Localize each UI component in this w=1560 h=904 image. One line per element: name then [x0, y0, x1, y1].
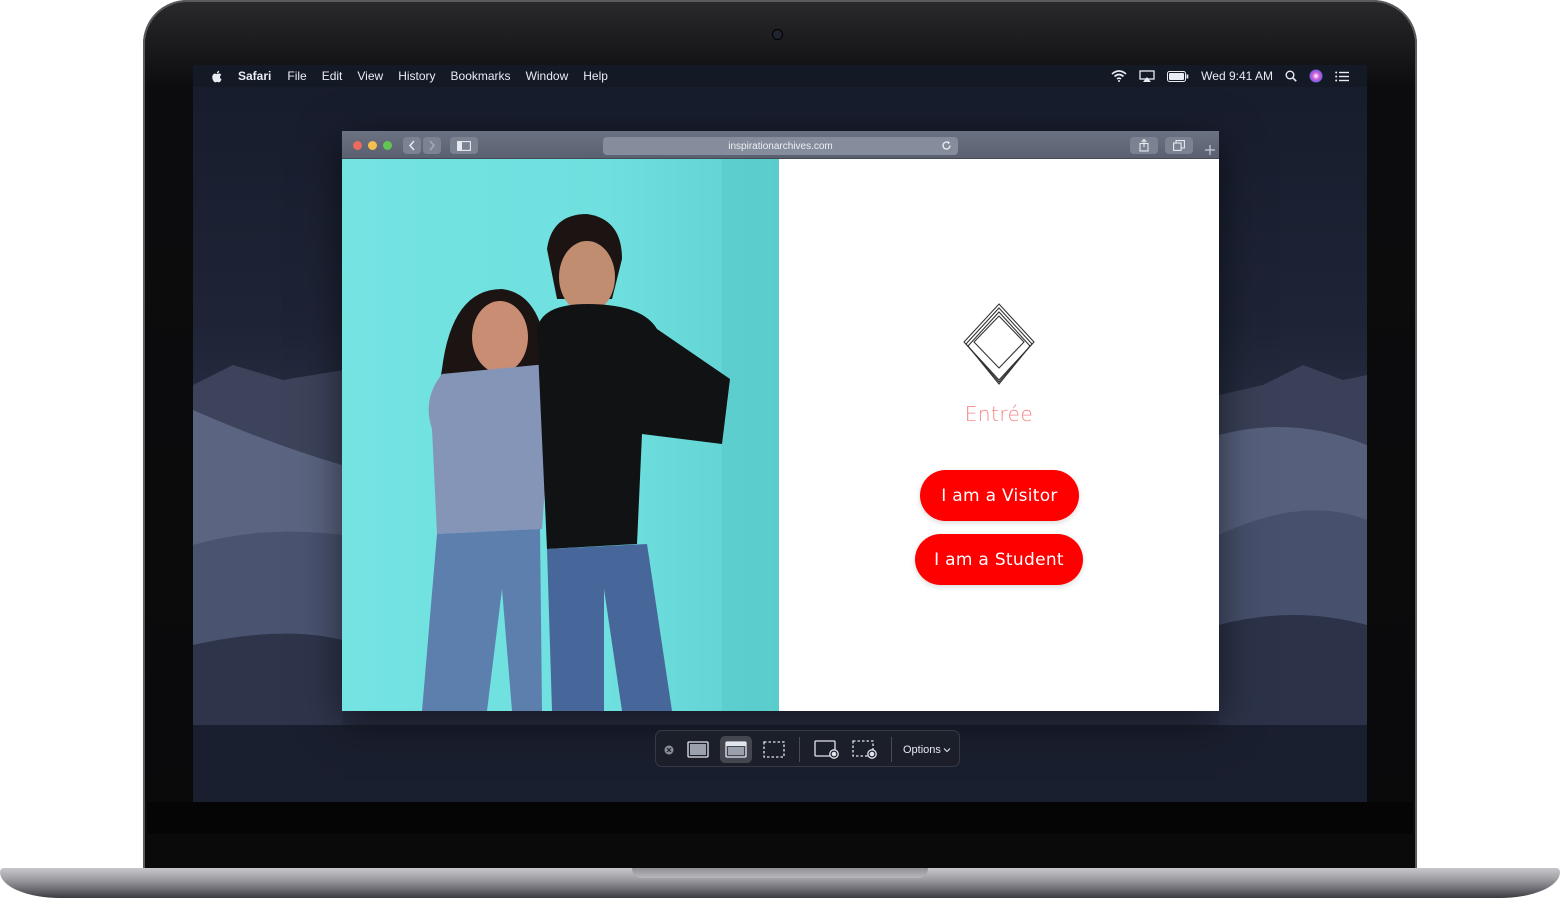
close-icon: [664, 745, 674, 754]
battery-icon[interactable]: [1167, 70, 1189, 82]
window-zoom-button[interactable]: [383, 141, 392, 150]
page-title: Entrée: [964, 402, 1034, 426]
wifi-icon[interactable]: [1111, 70, 1127, 82]
desktop-screen: Safari File Edit View History Bookmarks …: [193, 65, 1367, 802]
safari-window: inspirationarchives.com Entrée I am a Vi…: [342, 131, 1219, 711]
visitor-button[interactable]: I am a Visitor: [920, 470, 1079, 521]
window-minimize-button[interactable]: [368, 141, 377, 150]
chevron-down-icon: [943, 747, 951, 752]
entry-panel: Entrée I am a Visitor I am a Student: [779, 159, 1219, 711]
chevron-right-icon: [429, 140, 436, 151]
share-icon: [1139, 139, 1149, 152]
capture-entire-screen-icon: [687, 741, 709, 758]
menu-file[interactable]: File: [287, 69, 306, 83]
tabs-icon: [1173, 140, 1185, 151]
tabs-overview-button[interactable]: [1165, 137, 1193, 154]
capture-window-icon: [725, 741, 747, 758]
notification-center-icon[interactable]: [1335, 71, 1349, 82]
window-close-button[interactable]: [353, 141, 362, 150]
back-button[interactable]: [403, 137, 421, 154]
capture-entire-screen-button[interactable]: [682, 736, 714, 763]
forward-button[interactable]: [423, 137, 441, 154]
new-tab-button[interactable]: [1201, 141, 1219, 159]
record-screen-icon: [814, 740, 839, 759]
plus-icon: [1205, 145, 1215, 155]
search-icon[interactable]: [1285, 70, 1297, 82]
share-button[interactable]: [1130, 137, 1158, 154]
browser-toolbar: inspirationarchives.com: [342, 131, 1219, 159]
laptop-hinge-notch: [632, 868, 928, 878]
menu-app-name[interactable]: Safari: [238, 69, 271, 83]
menu-help[interactable]: Help: [583, 69, 608, 83]
record-selection-icon: [852, 740, 877, 759]
menu-edit[interactable]: Edit: [322, 69, 343, 83]
siri-icon[interactable]: [1309, 69, 1323, 83]
capture-window-button[interactable]: [720, 736, 752, 763]
laptop-bezel: [147, 802, 1413, 834]
menu-bar: Safari File Edit View History Bookmarks …: [193, 65, 1367, 87]
apple-icon[interactable]: [211, 70, 222, 83]
screenshot-close-button[interactable]: [658, 736, 680, 763]
web-page: Entrée I am a Visitor I am a Student: [342, 159, 1219, 711]
address-bar[interactable]: inspirationarchives.com: [603, 137, 958, 155]
toolbar-separator: [799, 737, 800, 762]
airplay-icon[interactable]: [1139, 69, 1155, 83]
hero-photo-people: [422, 159, 779, 711]
toolbar-separator: [891, 737, 892, 762]
record-screen-button[interactable]: [811, 736, 843, 763]
camera-icon: [773, 30, 782, 39]
address-url: inspirationarchives.com: [728, 140, 833, 152]
screenshot-toolbar: Options: [655, 730, 960, 767]
capture-selection-button[interactable]: [758, 736, 790, 763]
menu-window[interactable]: Window: [526, 69, 569, 83]
sidebar-button[interactable]: [450, 137, 478, 154]
hero-photo: [342, 159, 779, 711]
options-menu-button[interactable]: Options: [903, 731, 951, 768]
capture-selection-icon: [763, 741, 785, 758]
menu-bookmarks[interactable]: Bookmarks: [451, 69, 511, 83]
diamond-logo-icon: [963, 303, 1035, 385]
menu-history[interactable]: History: [398, 69, 435, 83]
menu-clock[interactable]: Wed 9:41 AM: [1201, 69, 1273, 83]
menu-extras: Wed 9:41 AM: [1111, 65, 1349, 87]
record-selection-button[interactable]: [849, 736, 881, 763]
chevron-left-icon: [408, 140, 415, 151]
student-button[interactable]: I am a Student: [915, 534, 1083, 585]
reload-icon[interactable]: [941, 140, 952, 151]
sidebar-icon: [457, 140, 471, 151]
menu-view[interactable]: View: [357, 69, 383, 83]
options-label: Options: [903, 743, 941, 756]
